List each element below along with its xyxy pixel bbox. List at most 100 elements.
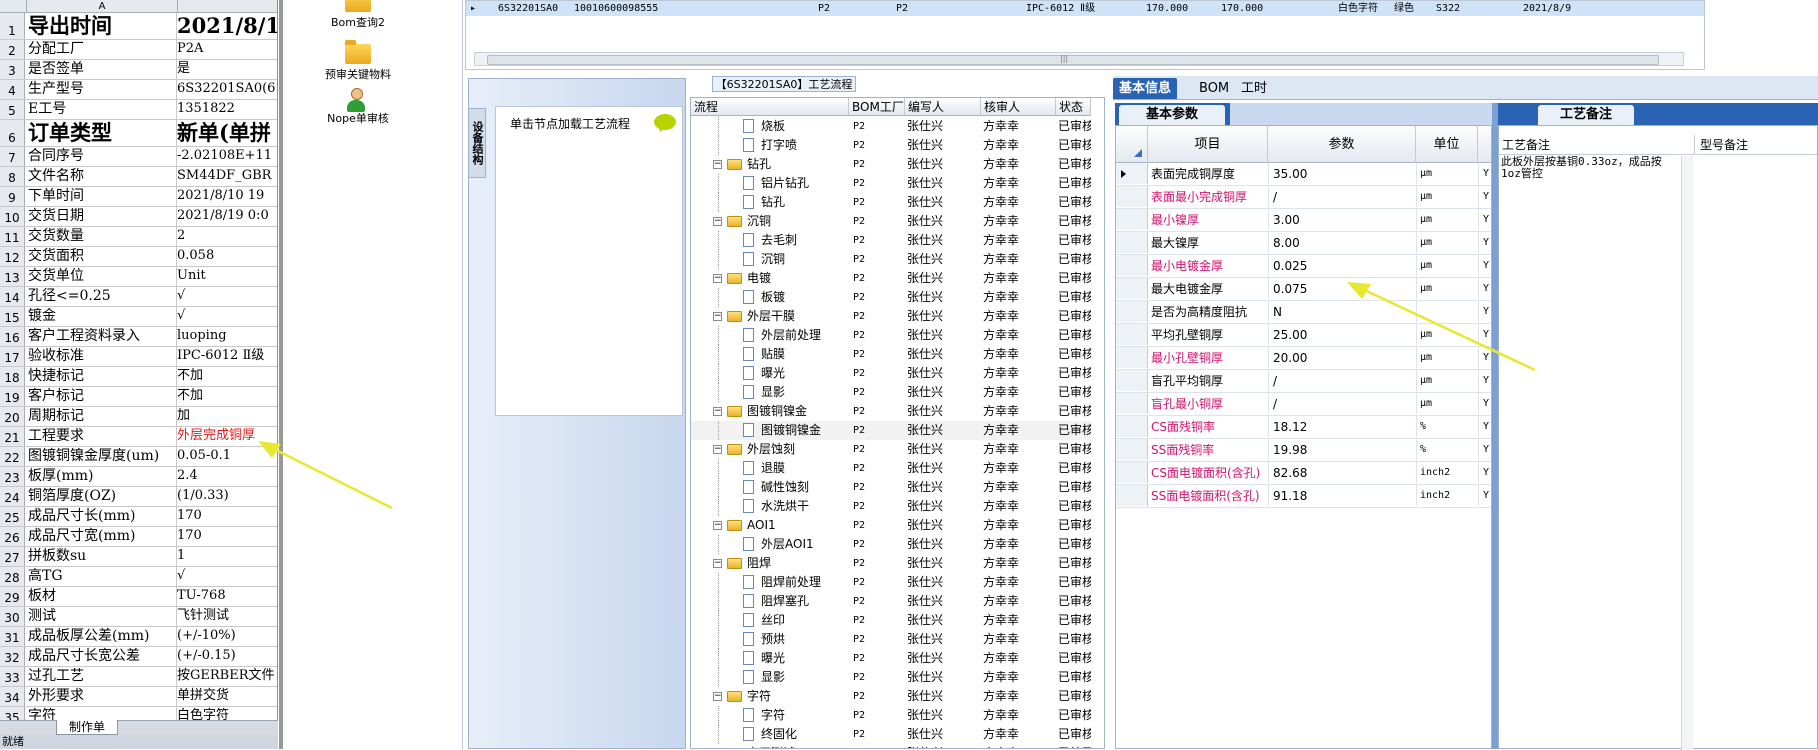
- row-selector[interactable]: [1116, 485, 1148, 506]
- tree-node[interactable]: − 阻焊: [691, 554, 847, 573]
- process-tree-row[interactable]: 终固化 P2 张仕兴 方幸幸 已审核: [691, 725, 1091, 744]
- row-selector[interactable]: [1116, 393, 1148, 414]
- tree-node[interactable]: − 字符: [691, 687, 847, 706]
- cell-label[interactable]: 外形要求: [26, 687, 177, 706]
- tab-equipment-structure[interactable]: 设备结构: [468, 108, 486, 178]
- cell-label[interactable]: 镀金: [26, 307, 177, 326]
- param-flag[interactable]: Y: [1478, 255, 1491, 276]
- collapse-icon[interactable]: −: [713, 521, 722, 530]
- param-row[interactable]: 是否为高精度阻抗 N Y: [1116, 301, 1491, 324]
- row-selector[interactable]: [1116, 347, 1148, 368]
- param-value[interactable]: 8.00: [1268, 232, 1414, 253]
- param-value[interactable]: 20.00: [1268, 347, 1414, 368]
- param-flag[interactable]: Y: [1478, 232, 1491, 253]
- cell-value[interactable]: Unit: [175, 267, 277, 286]
- cell-value[interactable]: 0.05-0.1: [175, 447, 277, 466]
- param-unit[interactable]: μm: [1416, 163, 1476, 184]
- process-tree-row[interactable]: 显影 P2 张仕兴 方幸幸 已审核: [691, 668, 1091, 687]
- process-tree-row[interactable]: 钻孔 P2 张仕兴 方幸幸 已审核: [691, 193, 1091, 212]
- cell-value[interactable]: 是: [175, 60, 277, 79]
- cell-value[interactable]: 单拼交货: [175, 687, 277, 706]
- row-number[interactable]: 32: [0, 647, 25, 666]
- cell-label[interactable]: 交货数量: [26, 227, 177, 246]
- process-tree-row[interactable]: 阻焊塞孔 P2 张仕兴 方幸幸 已审核: [691, 592, 1091, 611]
- param-flag[interactable]: Y: [1478, 370, 1491, 391]
- param-flag[interactable]: Y: [1478, 416, 1491, 437]
- process-tree-row[interactable]: 外层AOI1 P2 张仕兴 方幸幸 已审核: [691, 535, 1091, 554]
- cell-label[interactable]: 客户标记: [26, 387, 177, 406]
- tree-node[interactable]: 字符: [691, 706, 847, 725]
- row-number[interactable]: 2: [0, 40, 25, 59]
- param-flag[interactable]: Y: [1478, 301, 1491, 322]
- process-tree-row[interactable]: 显影 P2 张仕兴 方幸幸 已审核: [691, 383, 1091, 402]
- param-row[interactable]: 盲孔最小铜厚 / μm Y: [1116, 393, 1491, 416]
- process-tree-row[interactable]: 外层前处理 P2 张仕兴 方幸幸 已审核: [691, 326, 1091, 345]
- cell-value[interactable]: TU-768: [175, 587, 277, 606]
- tree-node[interactable]: − AOI1: [691, 516, 847, 535]
- collapse-icon[interactable]: −: [713, 445, 722, 454]
- param-value[interactable]: 0.075: [1268, 278, 1414, 299]
- tab-work-hours[interactable]: 工时: [1235, 78, 1273, 99]
- cell-label[interactable]: E工号: [26, 100, 177, 119]
- row-number[interactable]: 11: [0, 227, 25, 246]
- cell-label[interactable]: 板材: [26, 587, 177, 606]
- param-row[interactable]: 盲孔平均铜厚 / μm Y: [1116, 370, 1491, 393]
- param-row[interactable]: 表面完成铜厚度 35.00 μm Y: [1116, 163, 1491, 186]
- param-value[interactable]: 3.00: [1268, 209, 1414, 230]
- cell-value[interactable]: (1/0.33): [175, 487, 277, 506]
- tree-node[interactable]: 外层AOI1: [691, 535, 847, 554]
- param-row[interactable]: SS面电镀面积(含孔) 91.18 inch2 Y: [1116, 485, 1491, 508]
- tab-bom[interactable]: BOM: [1193, 78, 1235, 99]
- row-number[interactable]: 26: [0, 527, 25, 546]
- cell-value[interactable]: 6S32201SA0(6: [175, 80, 277, 99]
- header-param[interactable]: 参数: [1268, 126, 1416, 163]
- cell-label[interactable]: 测试: [26, 607, 177, 626]
- cell-value[interactable]: √: [175, 287, 277, 306]
- cell-value[interactable]: 2021/8/19 0:0: [175, 207, 277, 226]
- cell-value[interactable]: 新单(单拼: [175, 120, 277, 146]
- collapse-icon[interactable]: −: [713, 559, 722, 568]
- cell-value[interactable]: 不加: [175, 367, 277, 386]
- tree-node[interactable]: 显影: [691, 383, 847, 402]
- cell-label[interactable]: 分配工厂: [26, 40, 177, 59]
- cell-label[interactable]: 成品尺寸长(mm): [26, 507, 177, 526]
- row-number[interactable]: 21: [0, 427, 25, 446]
- row-number[interactable]: 28: [0, 567, 25, 586]
- tree-node[interactable]: 曝光: [691, 364, 847, 383]
- header-flow[interactable]: 流程: [691, 98, 849, 116]
- row-selector[interactable]: [1116, 439, 1148, 460]
- cell-value[interactable]: -2.02108E+11: [175, 147, 277, 166]
- tree-node[interactable]: − 外层干膜: [691, 307, 847, 326]
- param-value[interactable]: 91.18: [1268, 485, 1414, 506]
- param-flag[interactable]: Y: [1478, 324, 1491, 345]
- cell-label[interactable]: 周期标记: [26, 407, 177, 426]
- param-row[interactable]: CS面电镀面积(含孔) 82.68 inch2 Y: [1116, 462, 1491, 485]
- process-tree-row[interactable]: 沉铜 P2 张仕兴 方幸幸 已审核: [691, 250, 1091, 269]
- cell-label[interactable]: 生产型号: [26, 80, 177, 99]
- process-tree-row[interactable]: 退膜 P2 张仕兴 方幸幸 已审核: [691, 459, 1091, 478]
- process-tree-row[interactable]: 烧板 P2 张仕兴 方幸幸 已审核: [691, 117, 1091, 136]
- cell-label[interactable]: 合同序号: [26, 147, 177, 166]
- tree-node[interactable]: 烧板: [691, 117, 847, 136]
- tree-node[interactable]: 铝片钻孔: [691, 174, 847, 193]
- row-number[interactable]: 34: [0, 687, 25, 706]
- row-selector[interactable]: [1116, 186, 1148, 207]
- process-tree-row[interactable]: 曝光 P2 张仕兴 方幸幸 已审核: [691, 649, 1091, 668]
- tree-node[interactable]: 打字喷: [691, 136, 847, 155]
- cell-label[interactable]: 工程要求: [26, 427, 177, 446]
- header-writer[interactable]: 编写人: [905, 98, 981, 116]
- param-flag[interactable]: Y: [1478, 393, 1491, 414]
- launcher-item[interactable]: Bom查询2: [283, 0, 433, 30]
- column-header-a[interactable]: A: [26, 0, 178, 13]
- cell-value[interactable]: IPC-6012 Ⅱ级: [175, 347, 277, 366]
- process-tree-row[interactable]: 贴膜 P2 张仕兴 方幸幸 已审核: [691, 345, 1091, 364]
- collapse-icon[interactable]: −: [713, 217, 722, 226]
- param-row[interactable]: CS面残铜率 18.12% Y: [1116, 416, 1491, 439]
- tree-node[interactable]: 显影: [691, 668, 847, 687]
- cell-label[interactable]: 成品尺寸长宽公差: [26, 647, 177, 666]
- row-selector[interactable]: [1116, 163, 1148, 184]
- cell-label[interactable]: 孔径<=0.25: [26, 287, 177, 306]
- collapse-icon[interactable]: −: [713, 160, 722, 169]
- row-number[interactable]: 16: [0, 327, 25, 346]
- param-unit[interactable]: inch2: [1416, 462, 1476, 483]
